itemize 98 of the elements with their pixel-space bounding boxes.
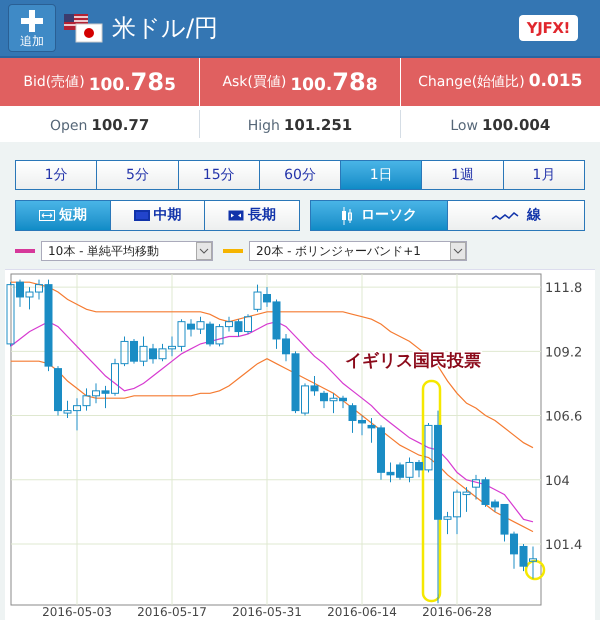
candlestick [216,324,224,347]
plus-icon [21,10,43,32]
candlestick [500,504,508,542]
stat-value: 101.251 [284,115,352,136]
candlestick [415,460,423,478]
flags-icon [64,12,104,44]
candlestick [310,376,318,396]
candlestick [529,546,537,580]
candlestick [158,343,166,362]
candlestick [472,474,480,500]
candlestick [301,382,309,416]
candlestick [377,424,385,480]
timeframe-tab[interactable]: 1分 [16,161,98,189]
candlestick [234,318,242,337]
candlestick [424,422,432,473]
period-tab[interactable]: 中期 [110,201,206,230]
candlestick [482,476,490,508]
candlestick [520,543,528,572]
candlestick [149,343,157,364]
timeframe-tab[interactable]: 60分 [260,161,342,189]
quote-label: Bid(売値) [23,72,85,92]
candlestick [348,402,356,434]
annotation-label: イギリス国民投票 [345,351,481,371]
candlestick [187,318,195,337]
indicator-select[interactable]: 10本 - 単純平均移動 [41,241,213,261]
candlestick [82,388,90,412]
quote-value: 100.788 [290,67,378,98]
stat-label: High [248,117,280,136]
candlestick [406,457,414,483]
quote-value: 0.015 [528,70,582,94]
candlestick [254,284,262,312]
candlestick [16,279,24,308]
candlestick [26,286,34,310]
date-tick-label: 2016-05-31 [232,605,302,619]
indicator-select[interactable]: 20本 - ボリンジャーバンド+1 [249,241,467,261]
candlestick [6,282,14,347]
candlestick [111,358,119,396]
quote-label: Change(始値比) [418,72,525,92]
candlestick [196,316,204,335]
candlestick [386,462,394,483]
chevron-down-icon [196,242,212,260]
date-tick-label: 2016-05-17 [137,605,207,619]
candlestick [272,298,280,350]
candlestick [206,321,214,347]
candlestick [178,318,186,352]
candlestick [168,336,176,357]
quote-label: Ask(買値) [222,72,286,92]
candlestick [263,286,271,308]
price-tick-label: 101.4 [545,538,582,553]
date-tick-label: 2016-06-14 [327,605,397,619]
candlestick [92,382,100,404]
logo: YJFX! [518,14,578,42]
highlight-circle [524,560,546,580]
candlestick [120,336,128,367]
candlestick-icon [341,206,353,224]
date-tick-label: 2016-05-03 [42,605,112,619]
stat-value: 100.77 [91,115,150,136]
candlestick [130,338,138,364]
candlestick [491,499,499,512]
candlestick [35,279,43,300]
candlestick [339,395,347,409]
candlestick [64,400,72,418]
candlestick [102,385,110,409]
candlestick [320,390,328,409]
candlestick [73,398,81,431]
quote-value: 100.785 [88,67,176,98]
date-tick-label: 2016-06-28 [422,605,492,619]
price-tick-label: 106.6 [545,410,582,425]
candlestick [368,418,376,444]
timeframe-tab[interactable]: 1週 [422,161,504,189]
candlestick [140,336,148,367]
candlestick [510,531,518,570]
candlestick [453,489,461,535]
line-chart-icon [491,210,519,220]
candlestick [244,314,252,335]
chevron-down-icon [450,242,466,260]
price-tick-label: 111.8 [545,281,582,296]
stat-label: Low [450,117,478,136]
candlestick [462,486,470,512]
candlestick [292,350,300,414]
candlestick [330,392,338,414]
candlestick [358,415,366,436]
stat-value: 100.004 [482,115,550,136]
candlestick [396,462,404,480]
price-tick-label: 104 [545,474,570,489]
arrows-icon [38,210,55,221]
add-button[interactable]: 追加 [8,4,56,52]
inward-arrows-icon [228,210,244,221]
candlestick [225,316,233,332]
timeframe-tab[interactable]: 15分 [178,161,260,189]
price-tick-label: 109.2 [545,345,582,360]
stat-label: Open [50,117,88,136]
currency-pair-title: 米ドル/円 [112,13,220,44]
candlestick [54,366,62,416]
candlestick [444,511,452,535]
timeframe-tab[interactable]: 5分 [97,161,179,189]
candlestick [282,334,290,362]
rectangle-icon [134,210,150,221]
